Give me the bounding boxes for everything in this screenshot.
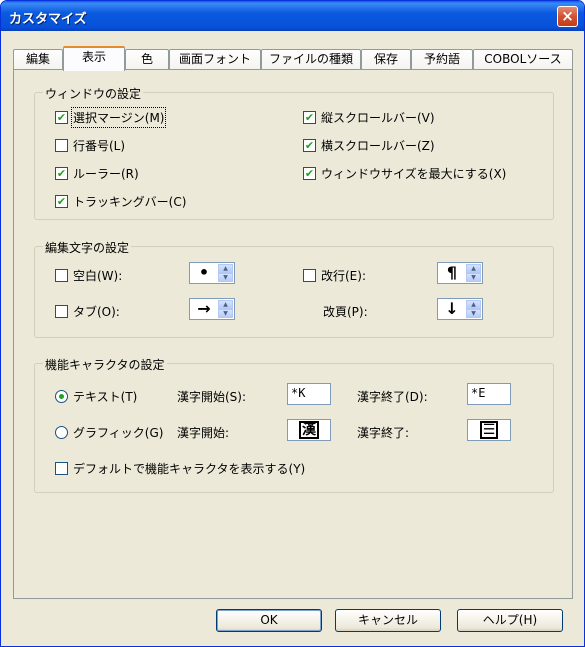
cancel-button[interactable]: キャンセル bbox=[335, 609, 441, 632]
ruler-checkbox[interactable]: ✔ ルーラー(R) bbox=[55, 165, 139, 182]
spinner-arrows[interactable]: ▲ ▼ bbox=[466, 264, 481, 282]
kanji-end-graphic: ☰ bbox=[467, 419, 511, 441]
spin-up-icon[interactable]: ▲ bbox=[218, 300, 233, 309]
func-chars-group: 機能キャラクタの設定 テキスト(T) 漢字開始(S): *K 漢字終了(D): … bbox=[34, 356, 554, 493]
line-number-checkbox[interactable]: 行番号(L) bbox=[55, 137, 125, 154]
tab-edit[interactable]: 編集 bbox=[13, 49, 63, 70]
maximize-window-label: ウィンドウサイズを最大にする(X) bbox=[321, 167, 507, 181]
close-icon: × bbox=[561, 7, 574, 25]
checkbox-empty-icon bbox=[55, 462, 68, 475]
tab-panel-display: ウィンドウの設定 ✔ 選択マージン(M) 行番号(L) ✔ ルーラー(R) ✔ … bbox=[13, 69, 573, 599]
tracking-bar-label: トラッキングバー(C) bbox=[73, 195, 187, 209]
window-settings-title: ウィンドウの設定 bbox=[43, 85, 144, 102]
tab-char-label: タブ(O): bbox=[73, 305, 120, 319]
title-bar[interactable]: カスタマイズ × bbox=[1, 1, 584, 31]
pilcrow-glyph: ¶ bbox=[446, 263, 458, 282]
tab-strip: 編集 表示 色 画面フォント ファイルの種類 保存 予約語 COBOLソース bbox=[13, 46, 573, 71]
radio-selected-icon bbox=[55, 390, 68, 403]
radio-unselected-icon bbox=[55, 426, 68, 439]
checkbox-empty-icon bbox=[303, 269, 316, 282]
spin-up-icon[interactable]: ▲ bbox=[218, 264, 233, 273]
check-icon: ✔ bbox=[303, 167, 316, 180]
horizontal-scrollbar-label: 横スクロールバー(Z) bbox=[321, 139, 435, 153]
maximize-window-checkbox[interactable]: ✔ ウィンドウサイズを最大にする(X) bbox=[303, 165, 506, 182]
space-label: 空白(W): bbox=[73, 269, 123, 283]
spin-down-icon[interactable]: ▼ bbox=[218, 273, 233, 282]
newline-label: 改行(E): bbox=[321, 269, 366, 283]
tab-save[interactable]: 保存 bbox=[361, 49, 411, 70]
down-arrow-glyph: ↓ bbox=[445, 299, 459, 318]
newline-glyph-spinner[interactable]: ¶ ▲ ▼ bbox=[437, 262, 483, 284]
kanji-end-input[interactable]: *E bbox=[467, 383, 511, 405]
check-icon: ✔ bbox=[55, 195, 68, 208]
pagebreak-label: 改頁(P): bbox=[323, 305, 368, 319]
vertical-scrollbar-checkbox[interactable]: ✔ 縦スクロールバー(V) bbox=[303, 109, 435, 126]
edit-chars-title: 編集文字の設定 bbox=[43, 239, 132, 256]
kanji-end-label: 漢字終了: bbox=[357, 426, 410, 440]
selection-margin-checkbox[interactable]: ✔ 選択マージン(M) bbox=[55, 107, 167, 128]
kanji-start-graphic: 漢 bbox=[287, 419, 331, 441]
tab-cobol-source[interactable]: COBOLソース bbox=[473, 49, 573, 70]
newline-checkbox[interactable]: 改行(E): bbox=[303, 267, 366, 284]
vertical-scrollbar-label: 縦スクロールバー(V) bbox=[321, 111, 435, 125]
check-icon: ✔ bbox=[303, 111, 316, 124]
tab-color[interactable]: 色 bbox=[125, 49, 169, 70]
spin-up-icon[interactable]: ▲ bbox=[466, 300, 481, 309]
kanji-end-glyph: ☰ bbox=[479, 421, 499, 439]
checkbox-empty-icon bbox=[55, 305, 68, 318]
spinner-arrows[interactable]: ▲ ▼ bbox=[466, 300, 481, 318]
tab-glyph-spinner[interactable]: → ▲ ▼ bbox=[189, 298, 235, 320]
kanji-end-d-label: 漢字終了(D): bbox=[357, 390, 428, 404]
ruler-label: ルーラー(R) bbox=[73, 167, 139, 181]
spin-down-icon[interactable]: ▼ bbox=[466, 273, 481, 282]
func-chars-title: 機能キャラクタの設定 bbox=[43, 356, 167, 373]
space-glyph-spinner[interactable]: • ▲ ▼ bbox=[189, 262, 235, 284]
tab-reserved-words[interactable]: 予約語 bbox=[411, 49, 473, 70]
space-glyph: • bbox=[198, 263, 210, 282]
checkbox-empty-icon bbox=[55, 269, 68, 282]
check-icon: ✔ bbox=[55, 111, 68, 124]
tab-char-checkbox[interactable]: タブ(O): bbox=[55, 303, 120, 320]
space-checkbox[interactable]: 空白(W): bbox=[55, 267, 122, 284]
tab-file-types[interactable]: ファイルの種類 bbox=[261, 49, 361, 70]
tab-screen-font[interactable]: 画面フォント bbox=[169, 49, 261, 70]
ok-button[interactable]: OK bbox=[216, 609, 322, 632]
pagebreak-glyph-spinner[interactable]: ↓ ▲ ▼ bbox=[437, 298, 483, 320]
horizontal-scrollbar-checkbox[interactable]: ✔ 横スクロールバー(Z) bbox=[303, 137, 435, 154]
check-icon: ✔ bbox=[303, 139, 316, 152]
tracking-bar-checkbox[interactable]: ✔ トラッキングバー(C) bbox=[55, 193, 186, 210]
graphic-radio-label: グラフィック(G) bbox=[73, 426, 164, 440]
text-radio[interactable]: テキスト(T) bbox=[55, 388, 137, 405]
line-number-label: 行番号(L) bbox=[73, 139, 126, 153]
tab-arrow-glyph: → bbox=[197, 299, 211, 318]
spin-up-icon[interactable]: ▲ bbox=[466, 264, 481, 273]
spin-down-icon[interactable]: ▼ bbox=[218, 309, 233, 318]
check-icon: ✔ bbox=[55, 167, 68, 180]
default-display-checkbox[interactable]: デフォルトで機能キャラクタを表示する(Y) bbox=[55, 460, 305, 477]
customize-dialog: カスタマイズ × 編集 表示 色 画面フォント ファイルの種類 保存 予約語 C… bbox=[0, 0, 585, 647]
spinner-arrows[interactable]: ▲ ▼ bbox=[218, 264, 233, 282]
spinner-arrows[interactable]: ▲ ▼ bbox=[218, 300, 233, 318]
tab-display[interactable]: 表示 bbox=[63, 46, 125, 71]
kanji-start-s-label: 漢字開始(S): bbox=[177, 390, 247, 404]
kanji-start-label: 漢字開始: bbox=[177, 426, 230, 440]
edit-chars-group: 編集文字の設定 空白(W): • ▲ ▼ タブ(O): → ▲ ▼ 改行(E):… bbox=[34, 239, 554, 338]
kanji-start-input[interactable]: *K bbox=[287, 383, 331, 405]
window-settings-group: ウィンドウの設定 ✔ 選択マージン(M) 行番号(L) ✔ ルーラー(R) ✔ … bbox=[34, 85, 554, 220]
help-button[interactable]: ヘルプ(H) bbox=[457, 609, 563, 632]
kanji-start-glyph: 漢 bbox=[299, 421, 319, 439]
graphic-radio[interactable]: グラフィック(G) bbox=[55, 424, 163, 441]
spin-down-icon[interactable]: ▼ bbox=[466, 309, 481, 318]
text-radio-label: テキスト(T) bbox=[73, 390, 138, 404]
checkbox-empty-icon bbox=[55, 139, 68, 152]
selection-margin-label: 選択マージン(M) bbox=[70, 107, 167, 128]
default-display-label: デフォルトで機能キャラクタを表示する(Y) bbox=[73, 462, 306, 476]
close-button[interactable]: × bbox=[557, 6, 578, 27]
window-title: カスタマイズ bbox=[9, 12, 87, 27]
